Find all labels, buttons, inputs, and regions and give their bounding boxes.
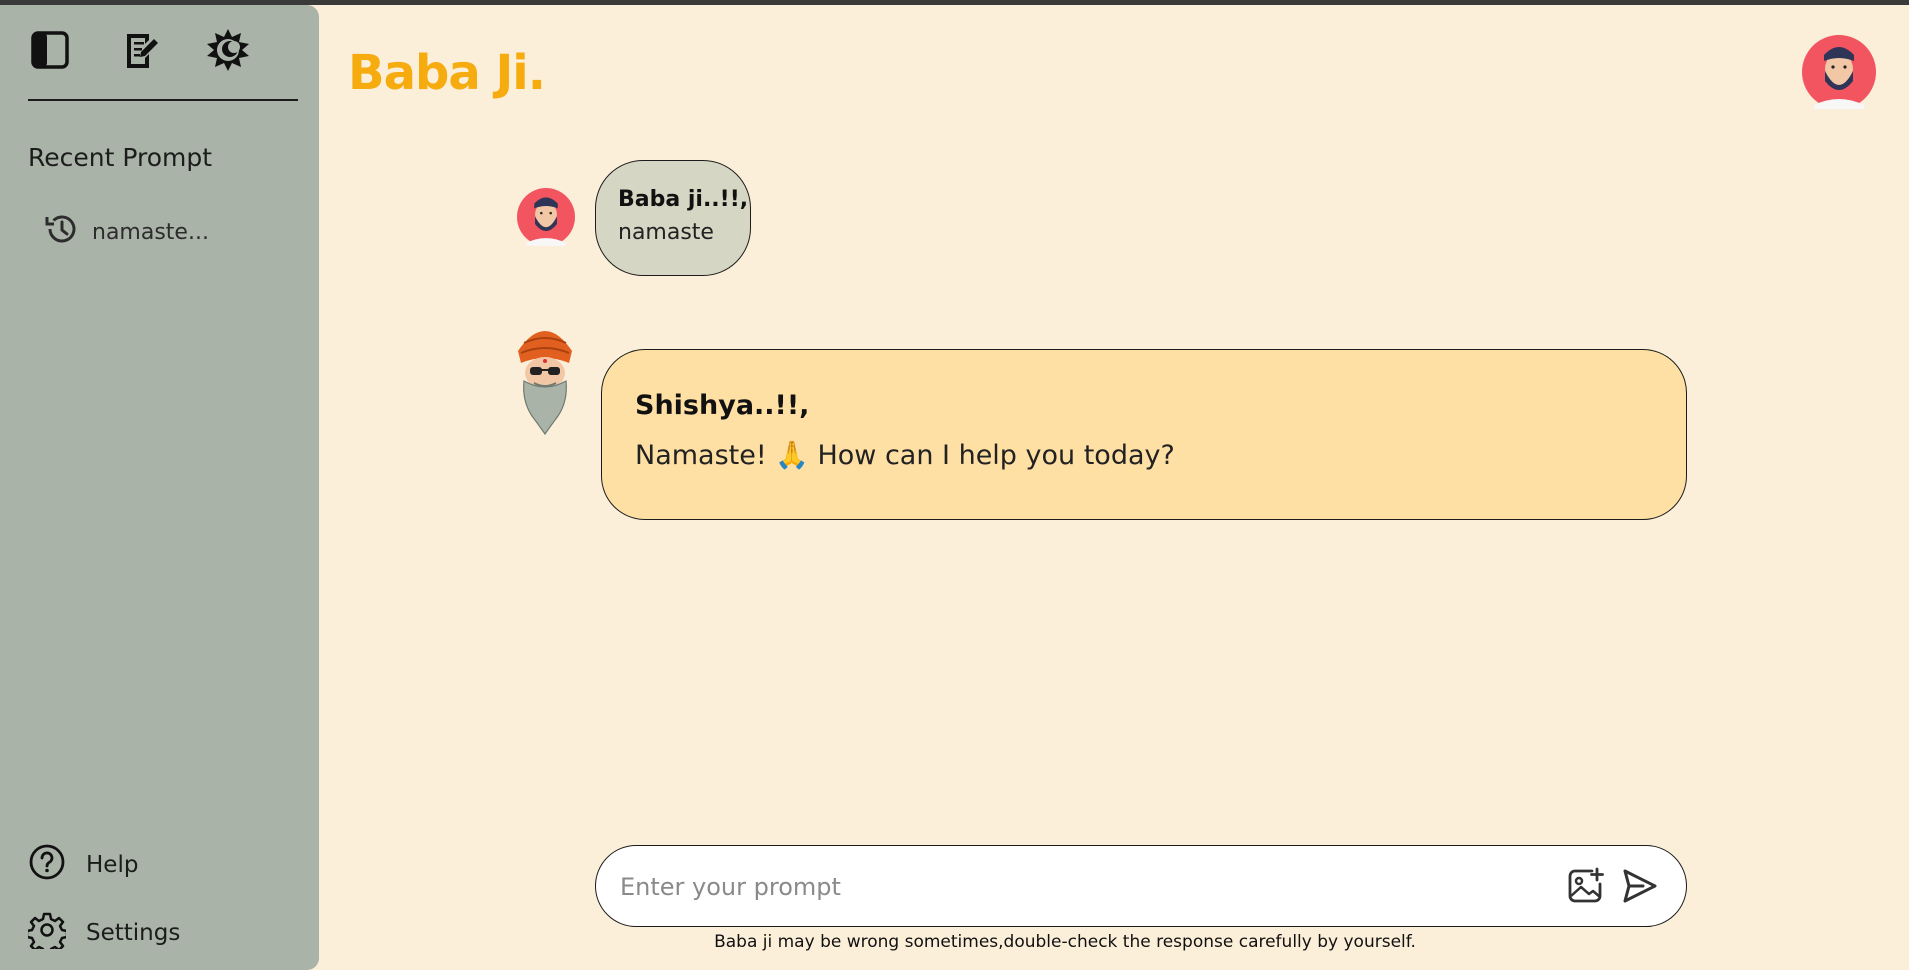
prompt-box	[595, 845, 1687, 927]
sidebar-toggle-icon[interactable]	[27, 27, 73, 73]
brand-title: Baba Ji.	[348, 45, 546, 101]
recent-prompt-title: Recent Prompt	[28, 143, 213, 172]
sidebar-divider	[28, 99, 298, 101]
bot-message-bubble: Shishya..!!, Namaste! 🙏 How can I help y…	[601, 349, 1687, 520]
new-chat-icon[interactable]	[118, 27, 164, 73]
prompt-input[interactable]	[618, 864, 1542, 910]
message-sender: Shishya..!!,	[635, 390, 810, 421]
recent-prompt-label: namaste...	[92, 219, 209, 245]
app-window: Recent Prompt namaste... Help Settings B…	[0, 5, 1909, 970]
message-sender: Baba ji..!!,	[618, 187, 749, 212]
user-message-avatar	[517, 188, 575, 246]
sidebar: Recent Prompt namaste... Help Settings	[0, 5, 319, 970]
send-icon[interactable]	[1618, 864, 1662, 908]
help-icon	[28, 843, 66, 887]
image-upload-icon[interactable]	[1564, 864, 1608, 908]
disclaimer-text: Baba ji may be wrong sometimes,double-ch…	[714, 932, 1416, 952]
help-label: Help	[86, 852, 139, 878]
message-text: namaste	[618, 220, 714, 245]
bot-message-avatar	[510, 321, 580, 436]
history-icon	[44, 211, 80, 253]
message-text: Namaste! 🙏 How can I help you today?	[635, 440, 1175, 471]
theme-toggle-icon[interactable]	[205, 27, 251, 73]
user-message-bubble: Baba ji..!!, namaste	[595, 160, 751, 276]
recent-prompt-item[interactable]: namaste...	[44, 208, 209, 256]
help-button[interactable]: Help	[28, 843, 138, 887]
user-avatar[interactable]	[1802, 35, 1876, 109]
